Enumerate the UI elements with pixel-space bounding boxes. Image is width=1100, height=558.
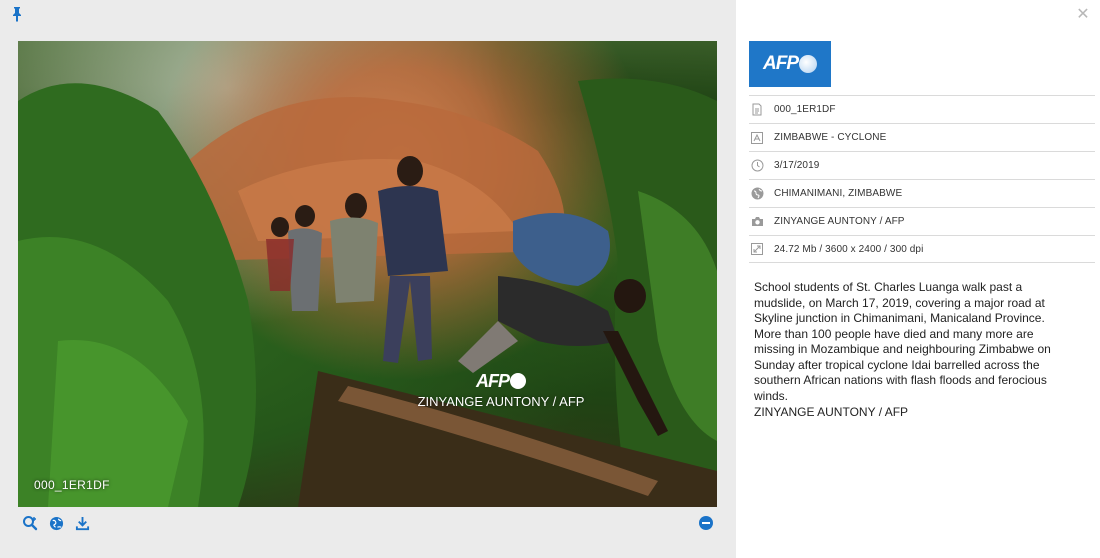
- photo-caption: School students of St. Charles Luanga wa…: [754, 280, 1054, 421]
- meta-text: 000_1ER1DF: [774, 104, 836, 115]
- photo-watermark: AFP ZINYANGE AUNTONY / AFP: [416, 371, 586, 409]
- watermark-credit: ZINYANGE AUNTONY / AFP: [417, 394, 585, 409]
- caption-text: School students of St. Charles Luanga wa…: [754, 280, 1051, 403]
- meta-text: 3/17/2019: [774, 160, 820, 171]
- clock-icon: [750, 159, 764, 173]
- file-icon: [750, 103, 764, 117]
- photo-scene: [18, 78, 717, 507]
- zoom-in-icon[interactable]: [22, 515, 38, 531]
- image-viewer: AFP ZINYANGE AUNTONY / AFP 000_1ER1DF: [0, 0, 736, 558]
- resize-icon: [750, 242, 764, 256]
- meta-row-id: 000_1ER1DF: [749, 95, 1095, 123]
- title-icon: [750, 131, 764, 145]
- viewer-toolbar: [22, 515, 90, 531]
- logo-text: AFP: [763, 53, 799, 74]
- meta-text: ZIMBABWE - CYCLONE: [774, 132, 887, 143]
- globe-icon: [750, 187, 764, 201]
- meta-row-location: CHIMANIMANI, ZIMBABWE: [749, 179, 1095, 207]
- meta-text: 24.72 Mb / 3600 x 2400 / 300 dpi: [774, 243, 924, 255]
- details-panel: ✕ AFP 000_1ER1DF ZIMBABWE - CYCLONE 3/17…: [736, 0, 1100, 558]
- pin-icon[interactable]: [10, 6, 24, 22]
- caption-credit: ZINYANGE AUNTONY / AFP: [754, 405, 909, 419]
- camera-icon: [750, 215, 764, 229]
- watermark-globe-icon: [510, 373, 526, 389]
- globe-icon[interactable]: [48, 515, 64, 531]
- meta-text: ZINYANGE AUNTONY / AFP: [774, 216, 905, 227]
- logo-globe-icon: [799, 55, 817, 73]
- watermark-logo: AFP: [476, 371, 526, 392]
- meta-row-title: ZIMBABWE - CYCLONE: [749, 123, 1095, 151]
- photo-id-overlay: 000_1ER1DF: [34, 478, 110, 492]
- meta-row-date: 3/17/2019: [749, 151, 1095, 179]
- meta-row-credit: ZINYANGE AUNTONY / AFP: [749, 207, 1095, 235]
- agency-logo: AFP: [749, 41, 831, 87]
- main-photo[interactable]: AFP ZINYANGE AUNTONY / AFP 000_1ER1DF: [18, 41, 717, 507]
- meta-row-filesize: 24.72 Mb / 3600 x 2400 / 300 dpi: [749, 235, 1095, 263]
- close-icon[interactable]: ✕: [1076, 7, 1090, 23]
- metadata-list: 000_1ER1DF ZIMBABWE - CYCLONE 3/17/2019 …: [749, 95, 1095, 263]
- meta-text: CHIMANIMANI, ZIMBABWE: [774, 188, 903, 199]
- download-icon[interactable]: [74, 515, 90, 531]
- zoom-out-button[interactable]: [699, 516, 713, 530]
